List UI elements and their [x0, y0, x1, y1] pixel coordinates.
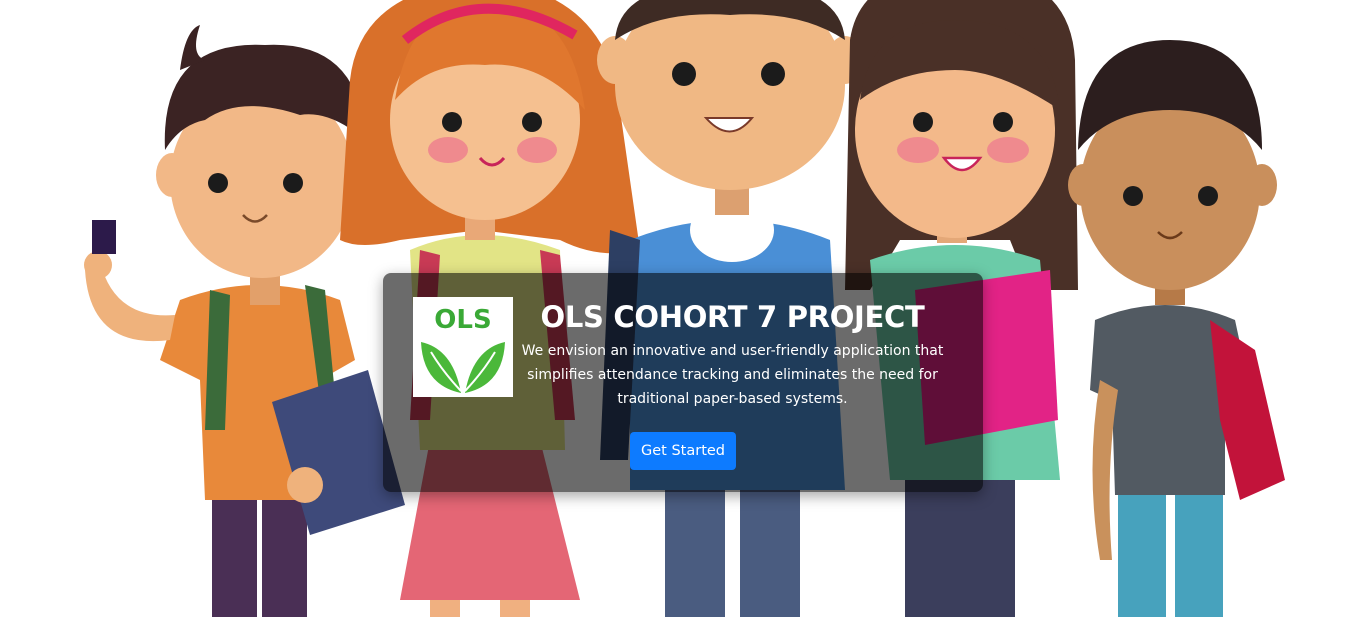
intro-content: OLS COHORT 7 PROJECT We envision an inno…: [516, 295, 949, 411]
student-boy-right: [1068, 40, 1285, 617]
page-title: OLS COHORT 7 PROJECT: [540, 300, 925, 334]
logo-text: OLS: [434, 305, 491, 335]
project-description: We envision an innovative and user-frien…: [521, 343, 944, 407]
intro-card: OLS OLS COHORT 7 PROJECT We envision an …: [383, 273, 983, 492]
ols-logo: OLS: [413, 297, 513, 397]
hero-section: OLS OLS COHORT 7 PROJECT We envision an …: [0, 0, 1366, 617]
get-started-button[interactable]: Get Started: [630, 432, 736, 470]
leaf-logo-icon: OLS: [413, 297, 513, 397]
